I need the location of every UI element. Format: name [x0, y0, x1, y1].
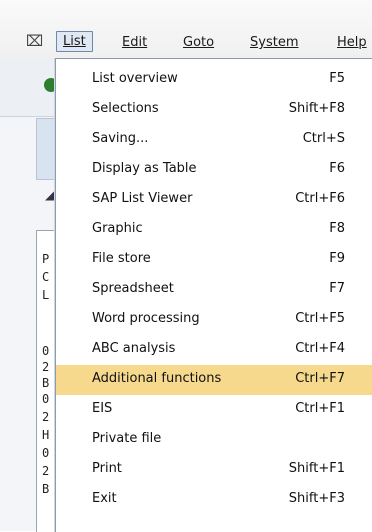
menu-item-shortcut: F8 — [329, 221, 345, 236]
menu-item-list-overview[interactable]: List overview F5 — [56, 65, 372, 95]
menu-item-label: Display as Table — [92, 161, 197, 176]
menu-item-private-file[interactable]: Private file — [56, 425, 372, 455]
list-dropdown-menu: List overview F5 Selections Shift+F8 Sav… — [55, 58, 372, 532]
menu-item-word-processing[interactable]: Word processing Ctrl+F5 — [56, 305, 372, 335]
menu-help[interactable]: Help — [337, 35, 367, 50]
menu-item-label: SAP List Viewer — [92, 191, 193, 206]
menu-item-shortcut: Ctrl+F4 — [295, 341, 345, 356]
menu-item-shortcut: F9 — [329, 251, 345, 266]
menu-item-label: Graphic — [92, 221, 143, 236]
menu-icon[interactable]: ⌧ — [26, 32, 43, 50]
menu-item-shortcut: Ctrl+F1 — [295, 401, 345, 416]
menu-item-label: Selections — [92, 101, 159, 116]
menu-item-shortcut: Ctrl+F5 — [295, 311, 345, 326]
menu-item-label: Private file — [92, 431, 162, 446]
menu-item-file-store[interactable]: File store F9 — [56, 245, 372, 275]
menu-item-selections[interactable]: Selections Shift+F8 — [56, 95, 372, 125]
menu-goto[interactable]: Goto — [183, 35, 214, 50]
bg-char: H — [42, 428, 50, 442]
menu-item-shortcut: F6 — [329, 161, 345, 176]
menu-item-saving[interactable]: Saving... Ctrl+S — [56, 125, 372, 155]
menu-item-shortcut: F7 — [329, 281, 345, 296]
bg-char: 0 — [42, 392, 50, 406]
bg-char: B — [42, 482, 50, 496]
menu-item-shortcut: Ctrl+F7 — [295, 371, 345, 386]
menu-item-spreadsheet[interactable]: Spreadsheet F7 — [56, 275, 372, 305]
menu-item-sap-list-viewer[interactable]: SAP List Viewer Ctrl+F6 — [56, 185, 372, 215]
menu-edit[interactable]: Edit — [122, 35, 147, 50]
menu-bar: ⌧ List Edit Goto System Help — [0, 0, 372, 58]
menu-item-shortcut: Ctrl+F6 — [295, 191, 345, 206]
menu-item-label: List overview — [92, 71, 178, 86]
menu-item-label: Exit — [92, 491, 117, 506]
menu-item-label: Print — [92, 461, 122, 476]
menu-item-shortcut: Ctrl+S — [302, 131, 345, 146]
menu-item-label: Additional functions — [92, 371, 222, 386]
bg-char: B — [42, 376, 50, 390]
menu-item-label: File store — [92, 251, 151, 266]
menu-item-shortcut: F5 — [329, 71, 345, 86]
bg-char: C — [42, 270, 50, 284]
menu-item-print[interactable]: Print Shift+F1 — [56, 455, 372, 485]
menu-item-label: Saving... — [92, 131, 149, 146]
bg-char: 2 — [42, 410, 50, 424]
bg-char: 2 — [42, 360, 50, 374]
bg-char: 0 — [42, 344, 50, 358]
menu-item-label: Spreadsheet — [92, 281, 174, 296]
menu-item-exit[interactable]: Exit Shift+F3 — [56, 485, 372, 515]
bg-char: 2 — [42, 464, 50, 478]
menu-item-abc-analysis[interactable]: ABC analysis Ctrl+F4 — [56, 335, 372, 365]
menu-item-eis[interactable]: EIS Ctrl+F1 — [56, 395, 372, 425]
menu-item-display-as-table[interactable]: Display as Table F6 — [56, 155, 372, 185]
menu-item-additional-functions[interactable]: Additional functions Ctrl+F7 — [56, 365, 372, 395]
menu-item-label: Word processing — [92, 311, 200, 326]
menu-item-label: ABC analysis — [92, 341, 176, 356]
menu-item-shortcut: Shift+F8 — [288, 101, 345, 116]
bg-char: L — [42, 288, 50, 302]
menu-list[interactable]: List — [56, 31, 93, 52]
menu-system[interactable]: System — [250, 35, 298, 50]
menu-item-shortcut: Shift+F3 — [288, 491, 345, 506]
menu-item-label: EIS — [92, 401, 113, 416]
menu-item-shortcut: Shift+F1 — [288, 461, 345, 476]
bg-char: 0 — [42, 446, 50, 460]
menu-item-graphic[interactable]: Graphic F8 — [56, 215, 372, 245]
background-mark: ◢ — [45, 188, 55, 202]
bg-char: P — [42, 252, 50, 266]
